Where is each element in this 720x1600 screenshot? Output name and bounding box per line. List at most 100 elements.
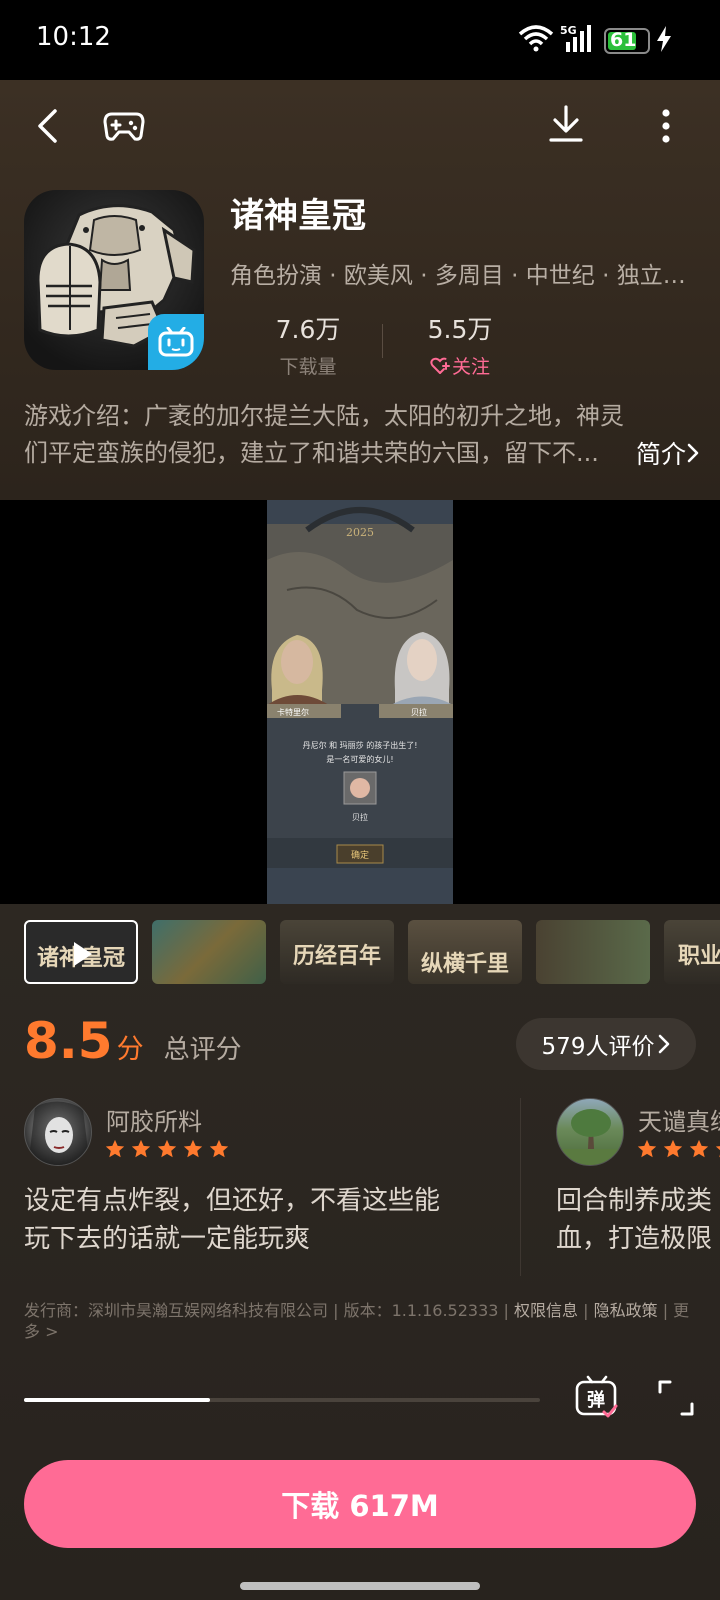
status-bar: 10:12 5G 61 <box>0 0 720 80</box>
star-icon <box>715 1146 720 1158</box>
review-stars <box>636 1138 720 1160</box>
thumbnail-caption: 职业 <box>678 944 720 969</box>
star-icon <box>637 1139 657 1158</box>
review-card[interactable]: 天谴真练 回合制养成类 血，打造极限 <box>556 1098 720 1278</box>
review-text-line: 回合制养成类 <box>556 1186 713 1216</box>
video-scene: 2025 卡特里尔 贝拉 丹尼尔 和 玛丽莎 的孩子出生了! 是一名可爱的女儿!… <box>267 500 453 904</box>
svg-text:5G: 5G <box>560 24 577 37</box>
game-center-button[interactable] <box>98 100 150 152</box>
thumbnail-caption: 历经百年 <box>292 944 381 969</box>
home-indicator[interactable] <box>240 1582 480 1590</box>
review-divider <box>520 1098 521 1276</box>
chevron-right-icon <box>687 443 699 463</box>
thumbnail-screenshot[interactable]: 纵横千里 <box>408 920 522 984</box>
star-icon <box>105 1139 125 1158</box>
charging-bolt-icon <box>657 26 671 52</box>
scene-confirm: 确定 <box>351 849 369 861</box>
review-stars <box>104 1138 230 1160</box>
video-player[interactable]: 2025 卡特里尔 贝拉 丹尼尔 和 玛丽莎 的孩子出生了! 是一名可爱的女儿!… <box>0 500 720 904</box>
publisher-version-text: 发行商：深圳市昊瀚互娱网络科技有限公司 | 版本：1.1.16.52333 | <box>24 1301 515 1320</box>
game-title: 诸神皇冠 <box>230 196 366 236</box>
scene-line-2: 是一名可爱的女儿! <box>326 754 393 764</box>
video-progress-bar[interactable] <box>24 1398 540 1402</box>
scene-year: 2025 <box>346 526 374 539</box>
thumbnail-screenshot[interactable]: 职业 <box>664 920 720 984</box>
video-frame: 2025 卡特里尔 贝拉 丹尼尔 和 玛丽莎 的孩子出生了! 是一名可爱的女儿!… <box>267 500 453 904</box>
star-icon <box>131 1139 151 1158</box>
review-text-line: 血，打造极限 <box>556 1224 713 1254</box>
avatar <box>556 1098 624 1166</box>
stat-divider <box>382 324 383 358</box>
left-character-name: 卡特里尔 <box>277 707 309 717</box>
intro-more-button[interactable]: 简介 <box>636 435 700 471</box>
avatar <box>24 1098 92 1166</box>
battery-icon: 61 <box>604 28 650 54</box>
status-time: 10:12 <box>36 22 111 52</box>
play-icon <box>74 942 92 966</box>
publisher-info: 发行商：深圳市昊瀚互娱网络科技有限公司 | 版本：1.1.16.52333 | … <box>24 1300 700 1342</box>
thumbnail-caption: 纵横千里 <box>420 952 509 977</box>
star-icon <box>689 1139 709 1158</box>
star-icon <box>663 1139 683 1158</box>
chevron-right-icon <box>659 1034 670 1054</box>
review-text: 回合制养成类 血，打造极限 <box>556 1182 712 1258</box>
fullscreen-icon <box>658 1380 694 1416</box>
review-text: 设定有点炸裂，但还好，不看这些能 玩下去的话就一定能玩爽 <box>24 1182 440 1258</box>
follow-button[interactable]: 关注 <box>412 352 508 379</box>
thumbnail-screenshot[interactable] <box>536 920 650 984</box>
wifi-icon <box>518 25 554 52</box>
follows-count: 5.5万 <box>427 315 493 344</box>
review-text-line: 设定有点炸裂，但还好，不看这些能 <box>24 1186 441 1216</box>
star-icon <box>157 1139 177 1158</box>
fullscreen-button[interactable] <box>656 1378 696 1418</box>
app-icon <box>24 190 204 370</box>
permissions-link[interactable]: 权限信息 <box>514 1301 578 1320</box>
follow-label: 关注 <box>451 356 490 378</box>
danmaku-icon: 弹 <box>575 1375 618 1418</box>
score-unit: 分 <box>116 1034 144 1065</box>
heart-plus-icon <box>430 357 450 374</box>
review-text-line: 玩下去的话就一定能玩爽 <box>24 1224 311 1254</box>
scene-line-1: 丹尼尔 和 玛丽莎 的孩子出生了! <box>303 740 418 750</box>
intro-more-label: 简介 <box>636 440 687 469</box>
more-vertical-icon <box>662 109 670 143</box>
more-options-button[interactable] <box>640 100 692 152</box>
game-intro: 游戏介绍：广袤的加尔提兰大陆，太阳的初升之地，神灵们平定蛮族的侵犯，建立了和谐共… <box>24 402 624 467</box>
media-thumbnails: 诸神皇冠 历经百年 纵横千里 职业 <box>24 920 720 986</box>
reviews-count-label: 579人评价 <box>541 1034 655 1060</box>
bilibili-badge-icon <box>148 314 204 370</box>
reviewer-name: 阿胶所料 <box>106 1108 202 1136</box>
battery-level: 61 <box>610 29 637 51</box>
reviews-count-button[interactable]: 579人评价 <box>516 1018 696 1070</box>
download-manager-button[interactable] <box>540 98 592 150</box>
thumbnail-screenshot[interactable] <box>152 920 266 984</box>
game-tags[interactable]: 角色扮演 · 欧美风 · 多周目 · 中世纪 · 独立游戏 <box>230 256 700 290</box>
download-icon <box>549 105 583 142</box>
score-value: 8.5 <box>24 1012 113 1070</box>
back-button[interactable] <box>22 100 74 152</box>
downloads-label: 下载量 <box>279 356 337 378</box>
thumbnail-screenshot[interactable]: 历经百年 <box>280 920 394 984</box>
downloads-count: 7.6万 <box>275 315 341 344</box>
video-progress-fill <box>24 1398 210 1402</box>
cellular-signal-icon: 5G <box>560 24 591 52</box>
svg-text:弹: 弹 <box>587 1389 605 1411</box>
downloads-stat: 7.6万 下载量 <box>262 310 354 379</box>
scene-baby-name: 贝拉 <box>352 812 368 822</box>
details-section: 诸神皇冠 历经百年 纵横千里 职业 8.5 分 总评分 579人评价 <box>0 904 720 1600</box>
reviewer-name: 天谴真练 <box>638 1108 720 1136</box>
overall-score: 8.5 分 总评分 <box>24 1012 242 1070</box>
thumbnail-video[interactable]: 诸神皇冠 <box>24 920 138 984</box>
star-icon <box>183 1139 203 1158</box>
separator: | <box>578 1301 594 1320</box>
game-header: 诸神皇冠 角色扮演 · 欧美风 · 多周目 · 中世纪 · 独立游戏 7.6万 … <box>0 80 720 500</box>
chevron-left-icon <box>38 109 57 143</box>
star-icon <box>209 1139 229 1158</box>
privacy-policy-link[interactable]: 隐私政策 <box>594 1301 658 1320</box>
follow-stat[interactable]: 5.5万 关注 <box>412 310 508 379</box>
gamepad-icon <box>103 112 145 141</box>
right-character-name: 贝拉 <box>411 707 427 717</box>
danmaku-toggle-button[interactable]: 弹 <box>574 1374 620 1420</box>
download-button[interactable]: 下载 617M <box>24 1460 696 1548</box>
score-label: 总评分 <box>163 1035 242 1065</box>
